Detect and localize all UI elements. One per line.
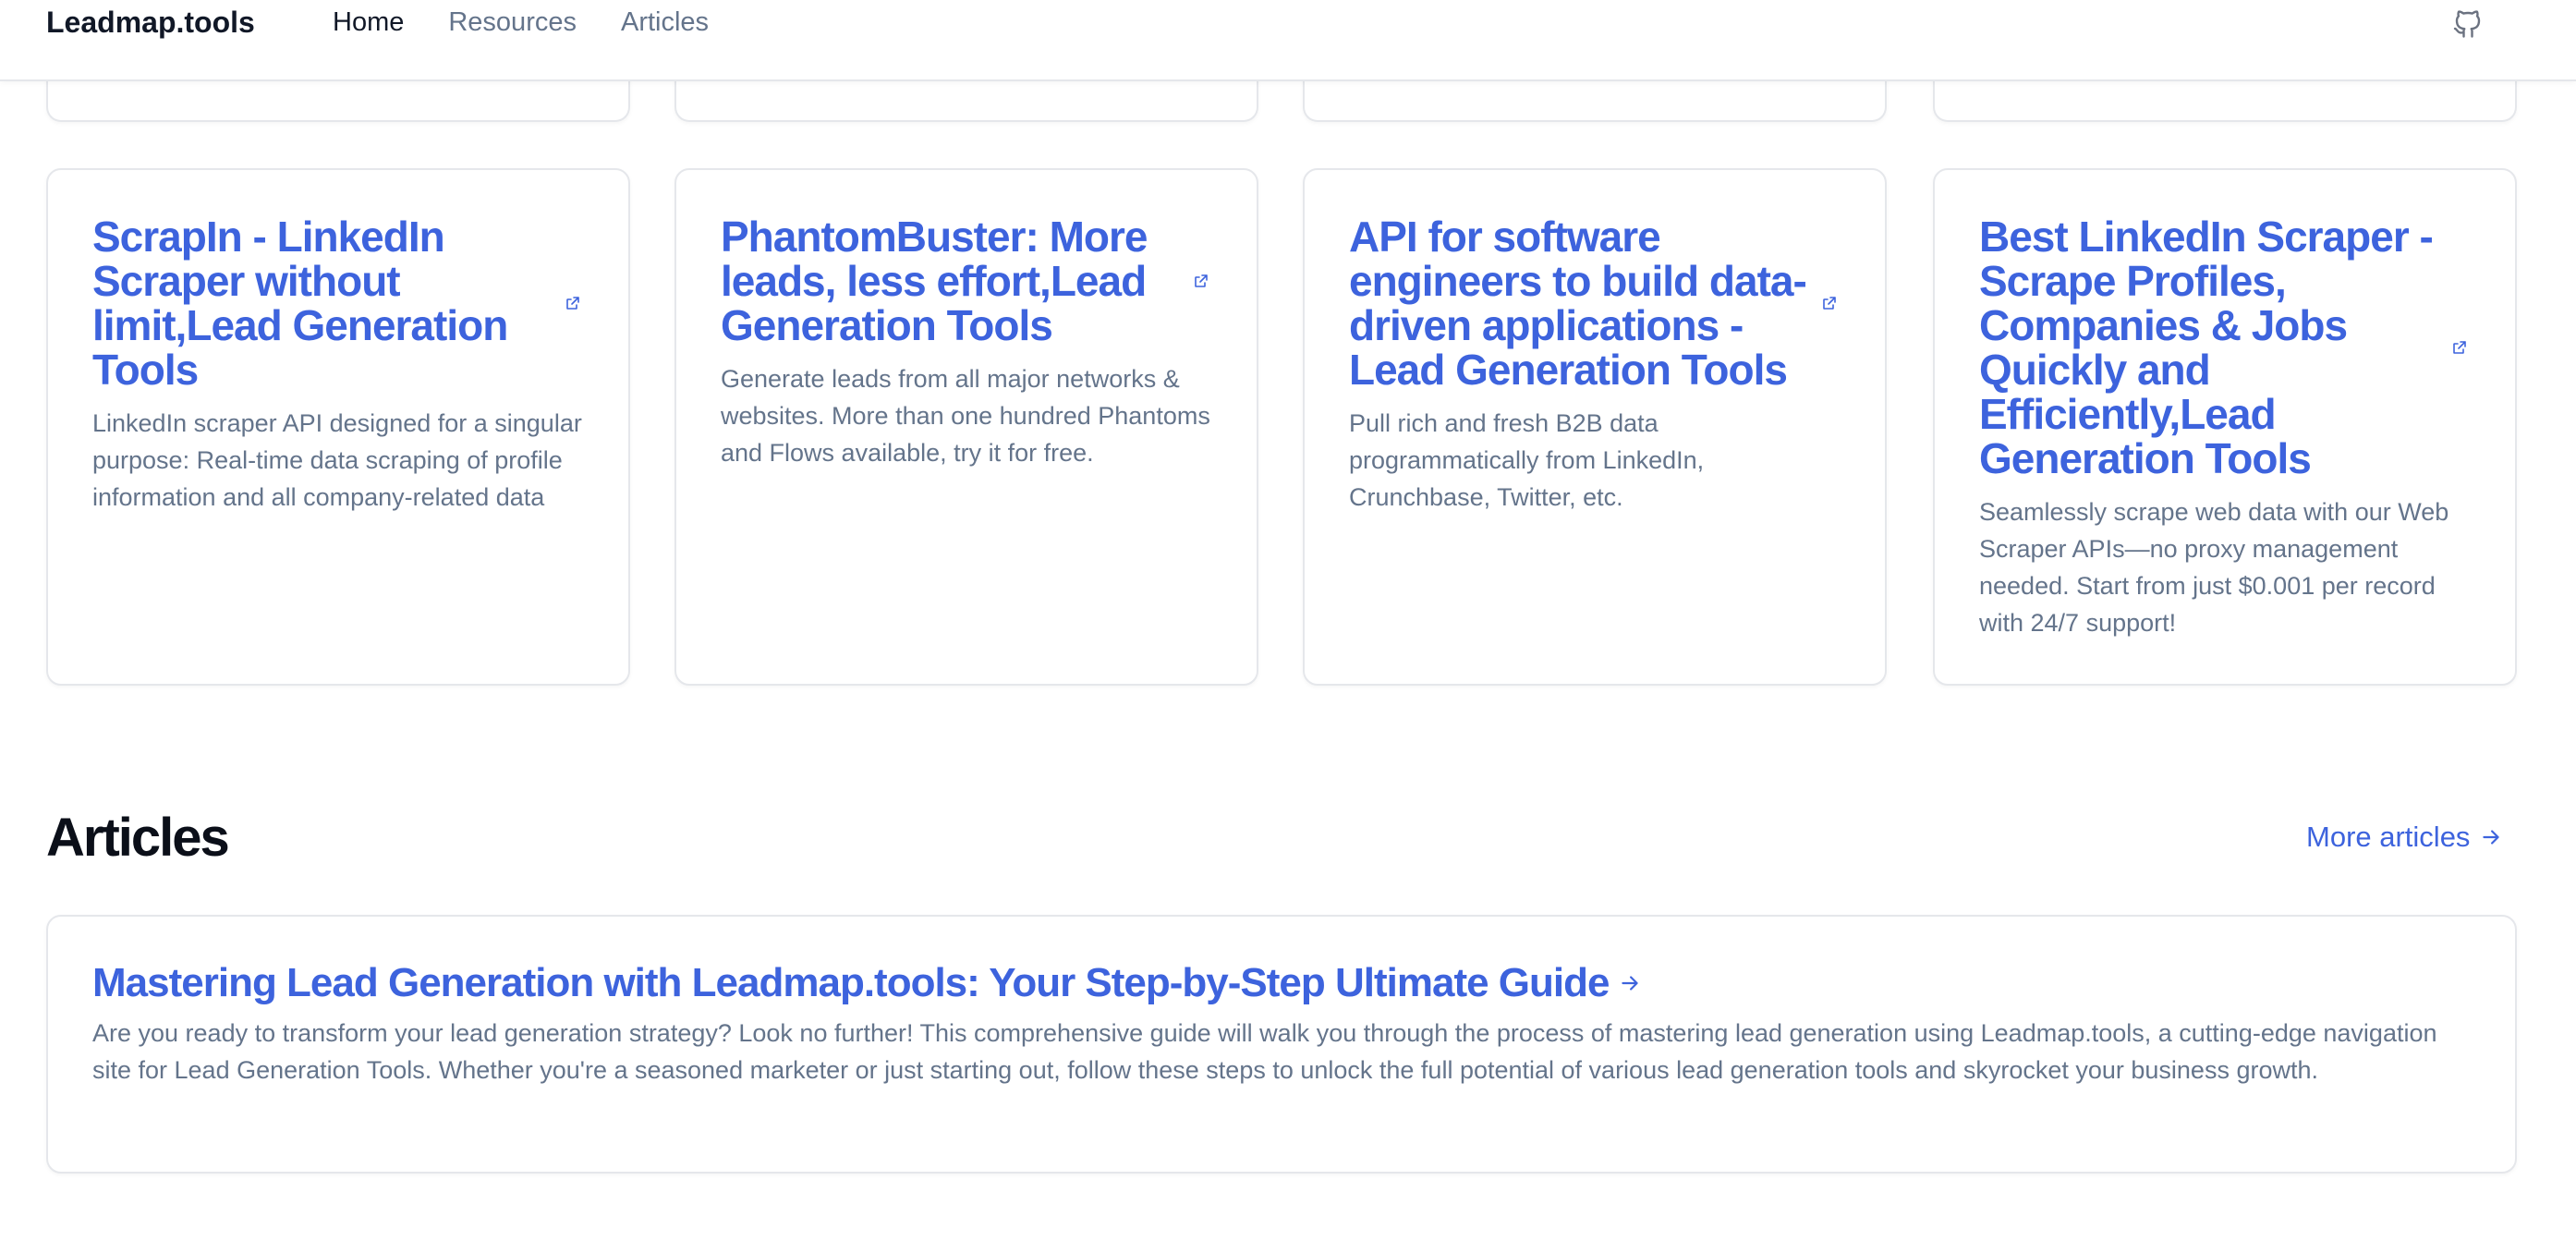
tool-description: Generate leads from all major networks &… — [721, 365, 1210, 467]
arrow-right-icon — [2483, 830, 2500, 845]
article-title-link[interactable]: Mastering Lead Generation with Leadmap.t… — [92, 959, 1642, 1007]
tool-title-row: PhantomBuster: More leads, less effort,L… — [721, 214, 1212, 347]
brand-logo-link[interactable]: Leadmap.tools — [46, 4, 255, 41]
tool-title-link[interactable]: PhantomBuster: More leads, less effort,L… — [721, 214, 1179, 347]
arrow-right-icon — [1622, 976, 1639, 991]
tool-card[interactable]: PhantomBuster: More leads, less effort,L… — [674, 168, 1258, 686]
tool-title-row: Best LinkedIn Scraper - Scrape Profiles,… — [1979, 214, 2471, 481]
tool-card[interactable]: ScrapIn - LinkedIn Scraper without limit… — [46, 168, 630, 686]
main-nav: Home Resources Articles — [333, 4, 709, 41]
nav-link-home[interactable]: Home — [333, 4, 404, 41]
tool-card[interactable]: API for software engineers to build data… — [1303, 168, 1887, 686]
tool-title-link[interactable]: Best LinkedIn Scraper - Scrape Profiles,… — [1979, 214, 2437, 481]
tool-description: Seamlessly scrape web data with our Web … — [1979, 498, 2449, 637]
articles-heading: Articles — [46, 808, 230, 868]
more-articles-link[interactable]: More articles — [2306, 819, 2503, 856]
article-card[interactable]: Mastering Lead Generation with Leadmap.t… — [46, 915, 2517, 1174]
tool-card[interactable]: Best LinkedIn Scraper - Scrape Profiles,… — [1933, 168, 2517, 686]
tool-description: LinkedIn scraper API designed for a sing… — [92, 409, 582, 511]
page: Leadmap.tools Home Resources Articles Sc… — [0, 0, 2576, 1253]
tool-title-link[interactable]: API for software engineers to build data… — [1349, 214, 1807, 392]
site-header: Leadmap.tools Home Resources Articles — [0, 0, 2576, 81]
tool-description: Pull rich and fresh B2B data programmati… — [1349, 409, 1705, 511]
more-articles-label: More articles — [2306, 821, 2471, 853]
tool-title-row: ScrapIn - LinkedIn Scraper without limit… — [92, 214, 584, 392]
external-link-icon — [1823, 297, 1836, 310]
github-icon[interactable] — [2448, 2, 2487, 41]
external-link-icon — [1195, 274, 1208, 287]
external-link-icon — [2453, 341, 2466, 354]
article-title: Mastering Lead Generation with Leadmap.t… — [92, 960, 1610, 1005]
external-link-icon — [566, 297, 579, 310]
tool-title-row: API for software engineers to build data… — [1349, 214, 1841, 392]
tool-title-link[interactable]: ScrapIn - LinkedIn Scraper without limit… — [92, 214, 551, 392]
article-description: Are you ready to transform your lead gen… — [92, 1019, 2437, 1084]
nav-link-resources[interactable]: Resources — [448, 4, 577, 41]
nav-link-articles[interactable]: Articles — [621, 4, 709, 41]
